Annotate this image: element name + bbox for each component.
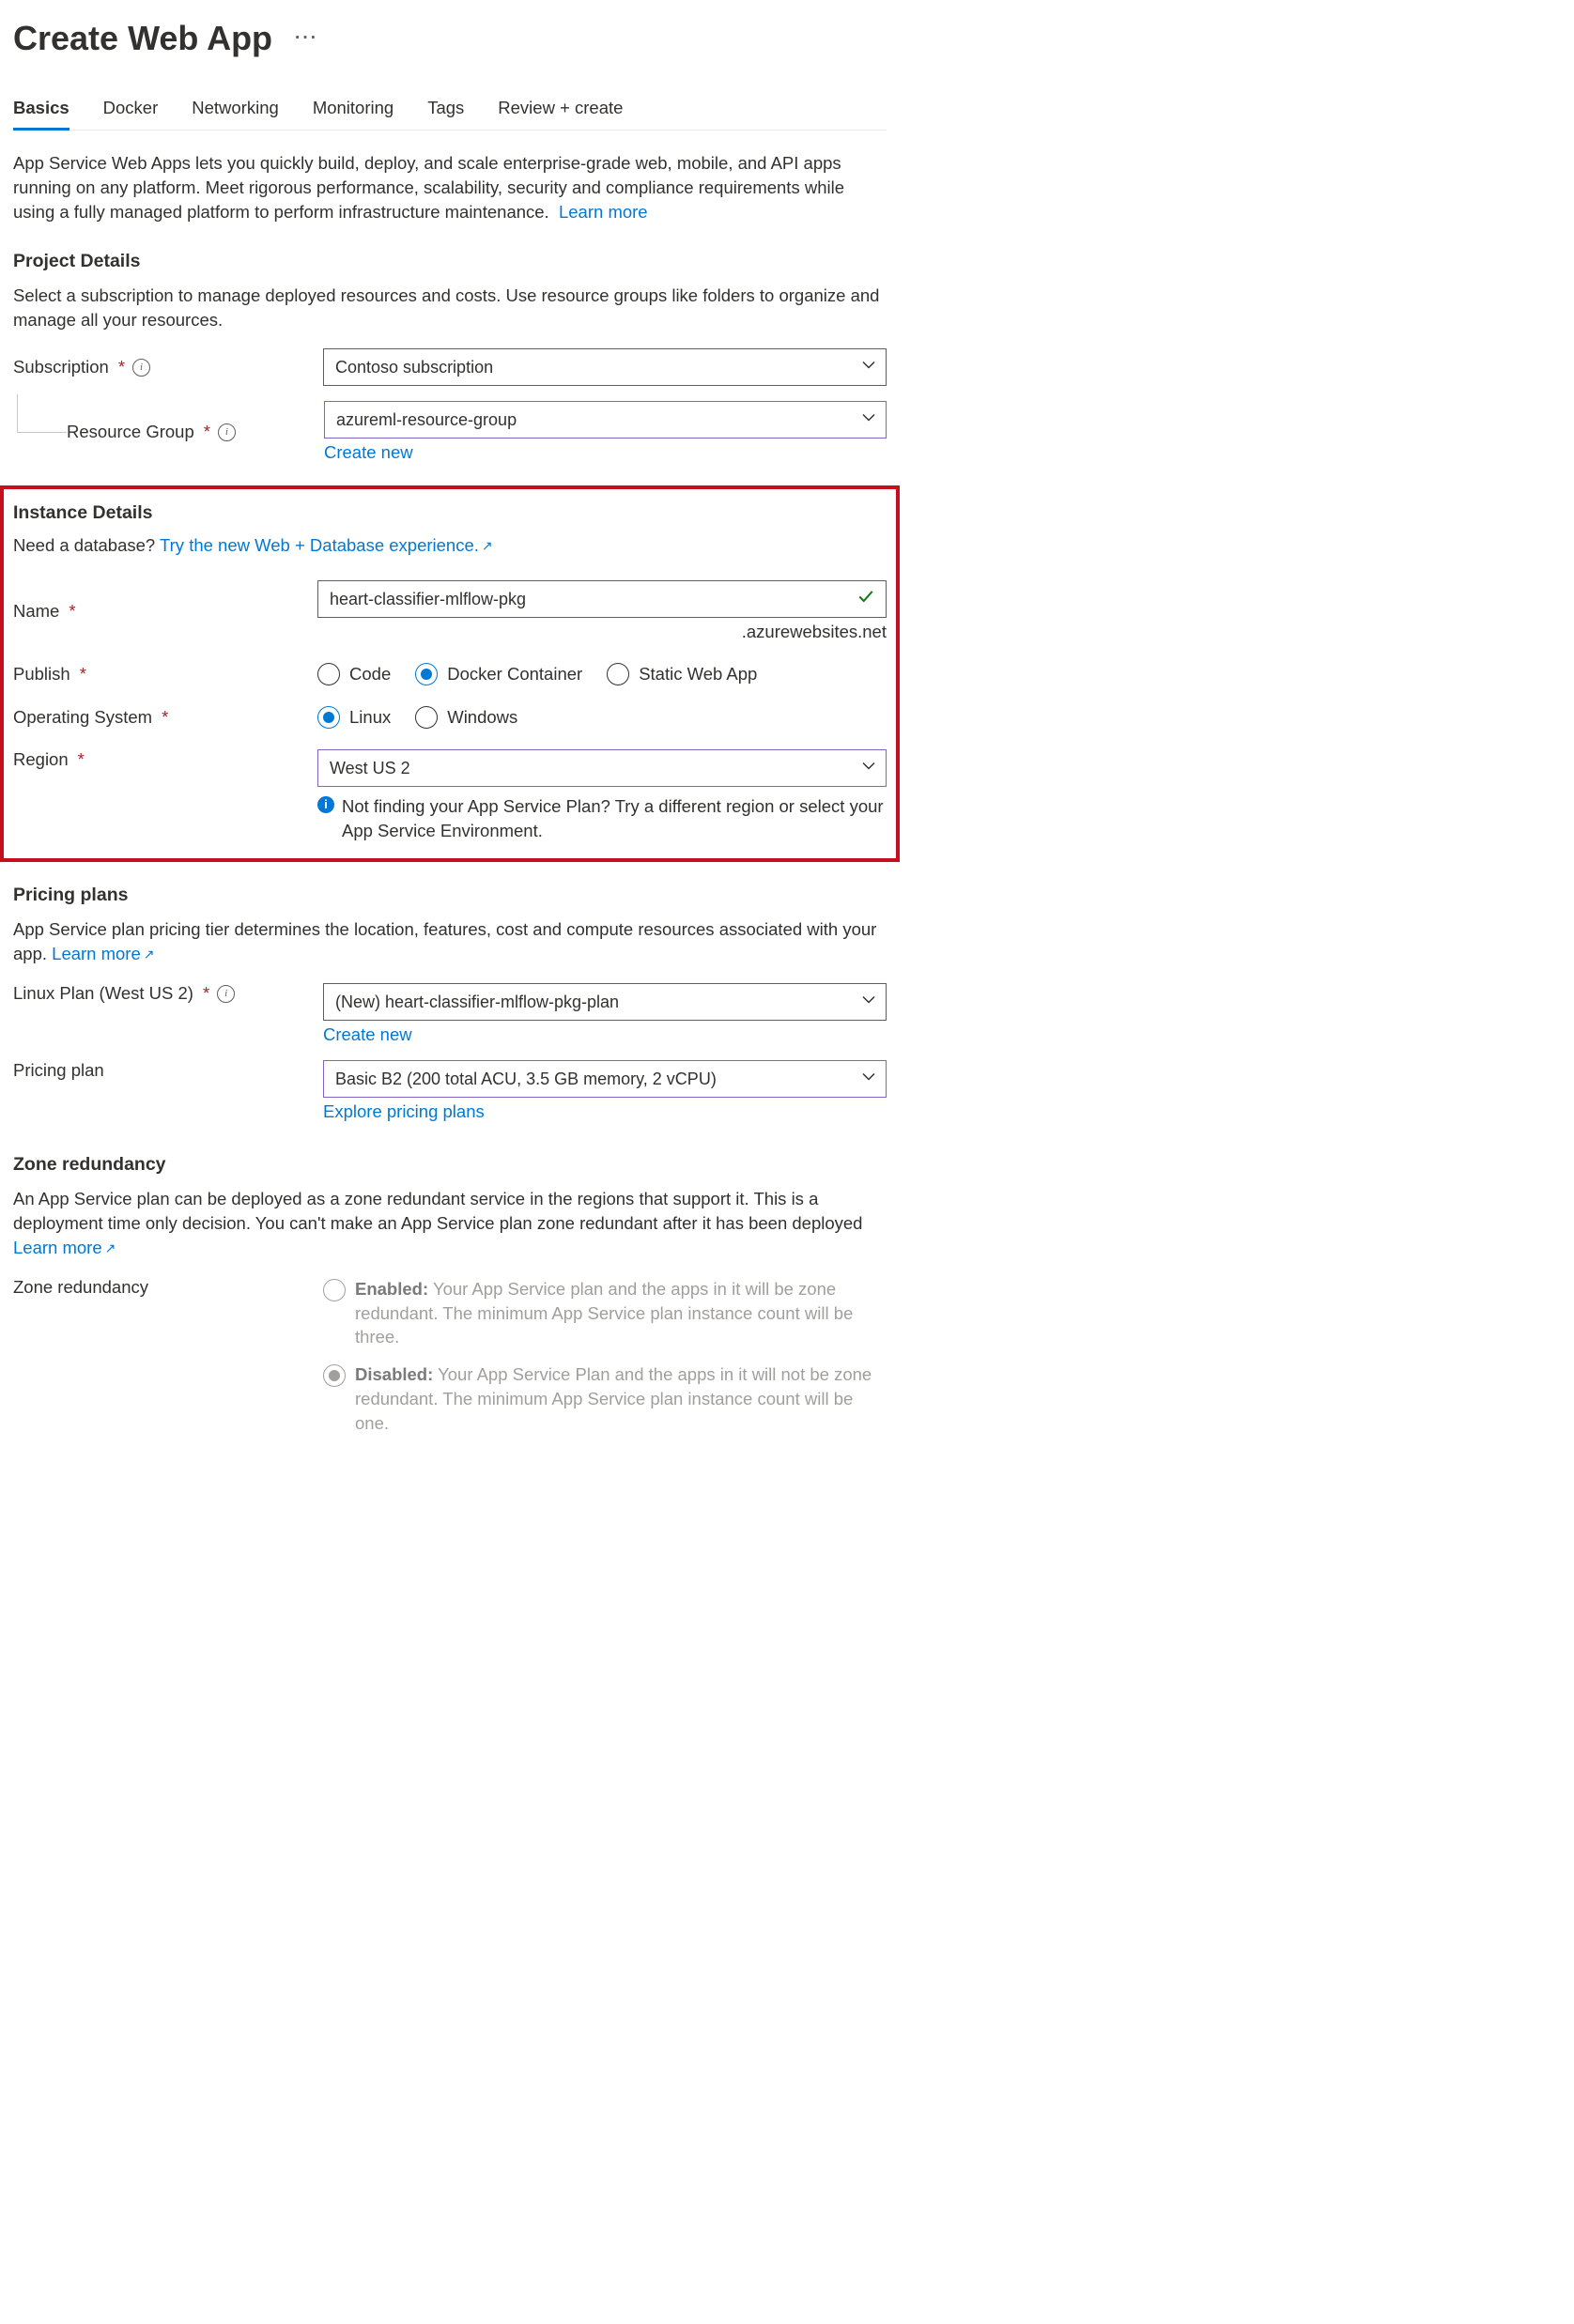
name-value: heart-classifier-mlflow-pkg [330, 590, 526, 609]
publish-label: Publish [13, 664, 70, 685]
chevron-down-icon [861, 993, 876, 1012]
info-icon[interactable]: i [217, 985, 235, 1003]
pricing-tier-label: Pricing plan [13, 1060, 104, 1081]
zone-disabled-desc: Your App Service Plan and the apps in it… [355, 1364, 872, 1433]
external-link-icon: ↗ [482, 538, 493, 553]
resource-group-label: Resource Group [67, 422, 194, 442]
intro-body: App Service Web Apps lets you quickly bu… [13, 153, 844, 222]
db-experience-link[interactable]: Try the new Web + Database experience.↗ [160, 535, 493, 555]
tab-review[interactable]: Review + create [498, 90, 623, 130]
chevron-down-icon [861, 1070, 876, 1089]
domain-suffix: .azurewebsites.net [317, 622, 887, 642]
region-select[interactable]: West US 2 [317, 749, 887, 787]
required-mark: * [203, 983, 209, 1004]
pricing-learn-more-link[interactable]: Learn more↗ [52, 944, 154, 963]
plan-label: Linux Plan (West US 2) [13, 983, 193, 1004]
tab-tags[interactable]: Tags [427, 90, 464, 130]
zone-heading: Zone redundancy [13, 1154, 887, 1176]
name-input[interactable]: heart-classifier-mlflow-pkg [317, 580, 887, 618]
external-link-icon: ↗ [105, 1240, 116, 1255]
publish-code-radio[interactable]: Code [317, 663, 391, 685]
zone-disabled-radio: Disabled: Your App Service Plan and the … [323, 1362, 887, 1436]
chevron-down-icon [861, 358, 876, 377]
zone-disabled-title: Disabled: [355, 1364, 433, 1384]
zone-desc: An App Service plan can be deployed as a… [13, 1189, 862, 1233]
page-title: Create Web App [13, 19, 272, 58]
zone-learn-more-link[interactable]: Learn more↗ [13, 1238, 116, 1257]
pricing-tier-select[interactable]: Basic B2 (200 total ACU, 3.5 GB memory, … [323, 1060, 887, 1098]
chevron-down-icon [861, 759, 876, 778]
plan-value: (New) heart-classifier-mlflow-pkg-plan [335, 993, 619, 1012]
tab-networking[interactable]: Networking [192, 90, 279, 130]
tab-monitoring[interactable]: Monitoring [313, 90, 394, 130]
publish-static-radio[interactable]: Static Web App [607, 663, 757, 685]
zone-enabled-desc: Your App Service plan and the apps in it… [355, 1279, 853, 1347]
external-link-icon: ↗ [144, 947, 155, 962]
required-mark: * [78, 749, 85, 770]
info-icon: i [317, 796, 334, 813]
tab-docker[interactable]: Docker [103, 90, 159, 130]
tab-basics[interactable]: Basics [13, 90, 69, 131]
instance-details-heading: Instance Details [13, 502, 887, 524]
more-actions-icon[interactable]: ··· [295, 28, 318, 49]
create-new-plan-link[interactable]: Create new [323, 1024, 412, 1044]
os-label: Operating System [13, 707, 152, 728]
create-new-rg-link[interactable]: Create new [324, 442, 413, 462]
zone-label: Zone redundancy [13, 1277, 148, 1298]
region-note: Not finding your App Service Plan? Try a… [342, 794, 887, 843]
required-mark: * [80, 664, 86, 685]
name-label: Name [13, 601, 59, 622]
tier-value: Basic B2 (200 total ACU, 3.5 GB memory, … [335, 1070, 717, 1089]
required-mark: * [118, 357, 125, 377]
tabs-bar: Basics Docker Networking Monitoring Tags… [13, 90, 887, 131]
tree-line [17, 394, 67, 433]
info-icon[interactable]: i [132, 359, 150, 377]
pricing-heading: Pricing plans [13, 885, 887, 906]
resource-group-select[interactable]: azureml-resource-group [324, 401, 887, 439]
linux-plan-select[interactable]: (New) heart-classifier-mlflow-pkg-plan [323, 983, 887, 1021]
intro-text: App Service Web Apps lets you quickly bu… [13, 151, 887, 224]
region-label: Region [13, 749, 69, 770]
required-mark: * [162, 707, 168, 728]
os-linux-radio[interactable]: Linux [317, 706, 391, 729]
info-icon[interactable]: i [218, 423, 236, 441]
learn-more-link[interactable]: Learn more [559, 202, 648, 222]
subscription-label: Subscription [13, 357, 109, 377]
zone-enabled-radio: Enabled: Your App Service plan and the a… [323, 1277, 887, 1350]
instance-details-highlight: Instance Details Need a database? Try th… [0, 485, 900, 862]
subscription-select[interactable]: Contoso subscription [323, 348, 887, 386]
subscription-value: Contoso subscription [335, 358, 493, 377]
check-icon [857, 589, 874, 610]
required-mark: * [204, 422, 210, 442]
zone-enabled-title: Enabled: [355, 1279, 428, 1299]
chevron-down-icon [861, 410, 876, 430]
explore-pricing-link[interactable]: Explore pricing plans [323, 1101, 485, 1121]
page-title-bar: Create Web App ··· [13, 19, 887, 58]
project-details-heading: Project Details [13, 251, 887, 272]
required-mark: * [69, 601, 75, 622]
resource-group-value: azureml-resource-group [336, 410, 517, 430]
db-prompt: Need a database? [13, 535, 155, 555]
region-value: West US 2 [330, 759, 410, 778]
os-windows-radio[interactable]: Windows [415, 706, 517, 729]
project-details-desc: Select a subscription to manage deployed… [13, 284, 887, 332]
publish-docker-radio[interactable]: Docker Container [415, 663, 582, 685]
